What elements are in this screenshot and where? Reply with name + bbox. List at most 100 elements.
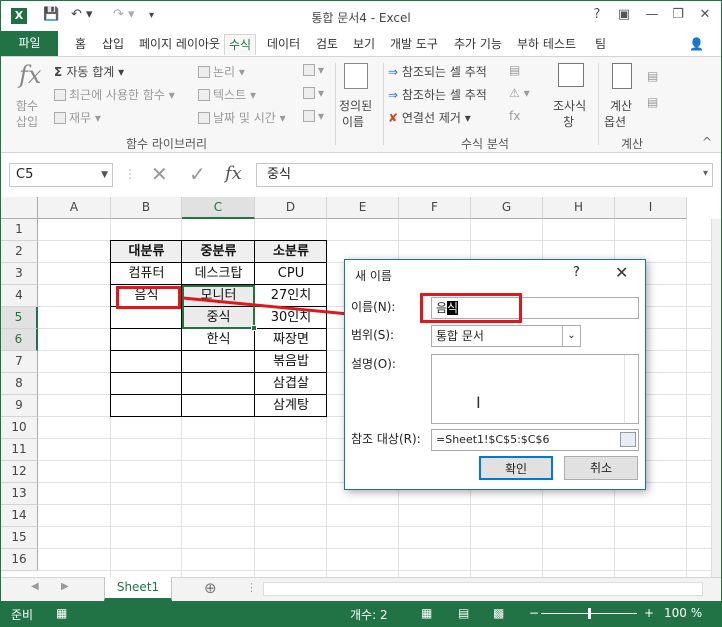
- column-header[interactable]: F: [399, 197, 471, 219]
- column-header[interactable]: I: [615, 197, 687, 219]
- table-cell[interactable]: [111, 373, 182, 395]
- tab-insert[interactable]: 삽입: [98, 34, 128, 55]
- user-icon[interactable]: 👤: [685, 34, 708, 55]
- table-cell[interactable]: [111, 329, 182, 351]
- column-header[interactable]: D: [255, 197, 327, 219]
- insert-function-icon[interactable]: fx: [225, 163, 242, 187]
- minimize-icon[interactable]: —: [641, 5, 663, 25]
- restore-icon[interactable]: ❐: [667, 5, 689, 25]
- refers-to-input[interactable]: =Sheet1!$C$5:$C$6: [431, 429, 639, 451]
- zoom-slider-thumb[interactable]: [588, 608, 591, 619]
- collapse-dialog-icon[interactable]: [620, 432, 636, 447]
- table-cell[interactable]: 30인치: [255, 307, 327, 329]
- table-cell[interactable]: 대분류: [111, 241, 182, 263]
- table-cell[interactable]: 삼계탕: [255, 395, 327, 417]
- page-break-view-icon[interactable]: ▩: [493, 606, 504, 620]
- tab-review[interactable]: 검토: [312, 34, 342, 55]
- tab-home[interactable]: 홈: [71, 34, 90, 55]
- sheet-tab-sheet1[interactable]: Sheet1: [104, 577, 172, 601]
- horizontal-scrollbar[interactable]: [263, 582, 703, 596]
- row-header[interactable]: 4: [1, 285, 38, 307]
- table-cell[interactable]: [111, 351, 182, 373]
- tab-formulas[interactable]: 수식: [224, 34, 257, 55]
- column-header[interactable]: C: [182, 197, 255, 219]
- tab-team[interactable]: 팀: [591, 34, 610, 55]
- tab-file[interactable]: 파일: [1, 31, 58, 56]
- row-header[interactable]: 7: [1, 351, 38, 373]
- tab-addins[interactable]: 추가 기능: [450, 34, 506, 55]
- ribbon-display-options-icon[interactable]: ▣: [613, 5, 635, 25]
- table-cell[interactable]: 볶음밥: [255, 351, 327, 373]
- ribbon-help-button[interactable]: ?: [586, 5, 608, 25]
- lookup-button[interactable]: ▾: [303, 63, 324, 77]
- row-header[interactable]: 2: [1, 241, 38, 263]
- scroll-left-icon[interactable]: ◀: [31, 581, 39, 592]
- evaluate-formula-icon[interactable]: fx: [509, 109, 520, 123]
- row-header[interactable]: 1: [1, 219, 38, 241]
- tab-view[interactable]: 보기: [349, 34, 379, 55]
- dialog-close-icon[interactable]: ✕: [615, 263, 628, 282]
- column-header[interactable]: G: [471, 197, 543, 219]
- table-cell[interactable]: 컴퓨터: [111, 263, 182, 285]
- logical-button[interactable]: 논리 ▾: [198, 63, 245, 80]
- cancel-button[interactable]: 취소: [564, 456, 638, 480]
- row-header[interactable]: 16: [1, 549, 38, 571]
- normal-view-icon[interactable]: ▦: [421, 606, 432, 620]
- comment-textarea[interactable]: I: [431, 354, 639, 424]
- more-functions-button[interactable]: ▾: [303, 109, 324, 123]
- dialog-help-button[interactable]: ?: [573, 265, 580, 280]
- table-cell[interactable]: [182, 373, 255, 395]
- text-button[interactable]: 텍스트 ▾: [198, 86, 256, 103]
- tab-data[interactable]: 데이터: [263, 34, 304, 55]
- tab-page-layout[interactable]: 페이지 레이아웃: [135, 34, 224, 55]
- table-cell[interactable]: 소분류: [255, 241, 327, 263]
- tab-developer[interactable]: 개발 도구: [386, 34, 442, 55]
- remove-arrows-button[interactable]: ✘ 연결선 제거 ▾: [388, 109, 471, 126]
- row-header[interactable]: 11: [1, 439, 38, 461]
- formula-input[interactable]: 중식: [256, 163, 713, 187]
- zoom-level[interactable]: 100 %: [664, 606, 702, 620]
- collapse-ribbon-icon[interactable]: ^: [702, 135, 712, 149]
- tab-split-icon[interactable]: ⋮: [246, 581, 257, 594]
- page-layout-view-icon[interactable]: ▤: [458, 606, 469, 620]
- close-icon[interactable]: ✕: [694, 5, 716, 25]
- row-header[interactable]: 12: [1, 461, 38, 483]
- table-cell[interactable]: CPU: [255, 263, 327, 285]
- table-cell[interactable]: 삼겹살: [255, 373, 327, 395]
- table-cell[interactable]: 데스크탑: [182, 263, 255, 285]
- show-formulas-icon[interactable]: ▤: [509, 63, 520, 77]
- macro-record-icon[interactable]: ▦: [56, 606, 67, 620]
- row-header[interactable]: 14: [1, 505, 38, 527]
- autosum-button[interactable]: Σ 자동 합계 ▾: [54, 63, 124, 80]
- table-cell[interactable]: 한식: [182, 329, 255, 351]
- scroll-right-icon[interactable]: ▶: [61, 581, 69, 592]
- column-header[interactable]: A: [38, 197, 111, 219]
- math-button[interactable]: ▾: [303, 86, 324, 100]
- column-header[interactable]: H: [543, 197, 615, 219]
- trace-dependents-button[interactable]: ⇒ 참조하는 셀 추적: [388, 86, 487, 103]
- zoom-in-icon[interactable]: +: [644, 606, 654, 620]
- financial-button[interactable]: 재무 ▾: [54, 109, 101, 126]
- row-header[interactable]: 13: [1, 483, 38, 505]
- zoom-out-icon[interactable]: −: [529, 606, 539, 620]
- row-header[interactable]: 8: [1, 373, 38, 395]
- expand-formula-bar-icon[interactable]: ▾: [703, 163, 708, 187]
- table-cell[interactable]: [111, 307, 182, 329]
- name-box[interactable]: C5 ▼: [9, 163, 113, 187]
- calculate-now-icon[interactable]: ▤: [647, 69, 658, 83]
- ok-button[interactable]: 확인: [479, 456, 553, 480]
- row-header[interactable]: 3: [1, 263, 38, 285]
- row-header[interactable]: 15: [1, 527, 38, 549]
- column-header[interactable]: E: [327, 197, 399, 219]
- row-header[interactable]: 10: [1, 417, 38, 439]
- scope-select[interactable]: 통합 문서 ⌄: [431, 325, 581, 347]
- column-header[interactable]: B: [111, 197, 182, 219]
- confirm-entry-icon[interactable]: ✓: [189, 163, 206, 187]
- row-header[interactable]: 5: [1, 307, 38, 329]
- row-header[interactable]: 6: [1, 329, 38, 351]
- table-cell[interactable]: 27인치: [255, 285, 327, 307]
- cancel-entry-icon[interactable]: ✕: [151, 163, 168, 187]
- table-cell[interactable]: [182, 351, 255, 373]
- select-all-corner[interactable]: [1, 197, 38, 219]
- new-sheet-icon[interactable]: ⊕: [204, 579, 217, 597]
